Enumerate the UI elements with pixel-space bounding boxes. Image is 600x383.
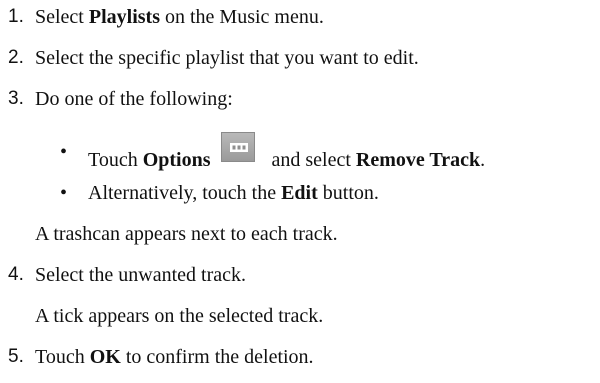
note-text: A trashcan appears next to each track. [35,223,338,245]
step-text: Touch OK to confirm the deletion. [35,346,314,368]
bullet-glyph: • [60,182,68,204]
bullet-text: Touch Options and select Remove Track. [88,132,485,172]
step-text: Select Playlists on the Music menu. [35,6,324,28]
step-number: 1. [8,6,24,27]
step-number: 2. [8,47,24,68]
step-text: Select the specific playlist that you wa… [35,47,419,69]
note-text: A tick appears on the selected track. [35,305,324,327]
step-number: 5. [8,346,24,367]
bullet-text: Alternatively, touch the Edit button. [88,182,379,204]
step-text: Select the unwanted track. [35,264,247,286]
options-icon [220,132,255,162]
bullet-glyph: • [60,141,68,163]
step-text: Do one of the following: [35,88,233,110]
step-number: 3. [8,88,24,109]
step-number: 4. [8,264,24,285]
